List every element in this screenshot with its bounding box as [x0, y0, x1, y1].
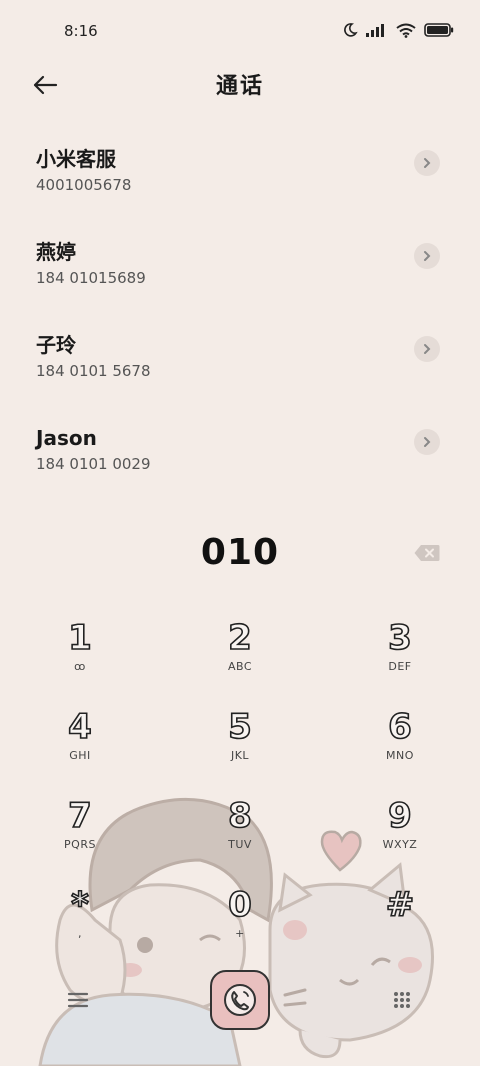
key-letters: DEF	[388, 660, 412, 673]
contact-item[interactable]: 燕婷 184 01015689	[0, 225, 480, 318]
key-letters: +	[235, 927, 245, 940]
key-8[interactable]: 8 TUV	[180, 795, 300, 876]
key-4[interactable]: 4 GHI	[20, 706, 140, 787]
contact-number: 184 01015689	[36, 269, 146, 287]
phone-icon	[224, 984, 256, 1016]
chevron-right-icon	[424, 437, 431, 447]
key-digit: #	[385, 884, 415, 926]
contact-details-button[interactable]	[414, 150, 440, 176]
contact-list: 小米客服 4001005678 燕婷 184 01015689 子玲 184 0…	[0, 132, 480, 504]
bottom-bar	[0, 968, 480, 1038]
menu-icon	[67, 992, 89, 1008]
key-letters: ,	[78, 927, 82, 940]
header: 通话	[0, 62, 480, 106]
status-bar: 8:16	[0, 0, 480, 62]
contact-details-button[interactable]	[414, 336, 440, 362]
key-digit: 5	[227, 706, 252, 748]
key-5[interactable]: 5 JKL	[180, 706, 300, 787]
contact-item[interactable]: 子玲 184 0101 5678	[0, 318, 480, 411]
call-button[interactable]	[210, 970, 270, 1030]
key-digit: 7	[67, 795, 92, 837]
wifi-icon	[396, 23, 416, 38]
chevron-right-icon	[424, 251, 431, 261]
contact-details-button[interactable]	[414, 243, 440, 269]
key-letters: MNO	[386, 749, 414, 762]
key-digit: *	[70, 884, 89, 926]
key-digit: 4	[67, 706, 92, 748]
key-letters: PQRS	[64, 838, 96, 851]
key-2[interactable]: 2 ABC	[180, 617, 300, 698]
status-time: 8:16	[64, 22, 98, 40]
key-0[interactable]: 0 +	[180, 884, 300, 965]
chevron-right-icon	[424, 158, 431, 168]
contact-item[interactable]: Jason 184 0101 0029	[0, 411, 480, 504]
key-letters: GHI	[69, 749, 91, 762]
moon-icon	[344, 23, 358, 37]
contact-number: 4001005678	[36, 176, 132, 194]
dialed-number: 010	[200, 532, 280, 573]
key-7[interactable]: 7 PQRS	[20, 795, 140, 876]
dial-display: 010	[0, 530, 480, 580]
key-9[interactable]: 9 WXYZ	[340, 795, 460, 876]
contact-number: 184 0101 0029	[36, 455, 151, 473]
key-1[interactable]: 1 ꝏ	[20, 617, 140, 698]
key-letters: WXYZ	[382, 838, 418, 851]
voicemail-icon: ꝏ	[74, 660, 86, 673]
battery-icon	[424, 23, 454, 37]
key-digit: 3	[387, 617, 412, 659]
dialpad-toggle-button[interactable]	[392, 990, 412, 1010]
key-star[interactable]: * ,	[20, 884, 140, 965]
key-hash[interactable]: #	[340, 884, 460, 965]
chevron-right-icon	[424, 344, 431, 354]
key-digit: 6	[387, 706, 412, 748]
key-letters: ABC	[227, 660, 253, 673]
key-digit: 9	[387, 795, 412, 837]
backspace-icon	[414, 545, 440, 561]
key-digit: 2	[227, 617, 252, 659]
page-title: 通话	[215, 74, 264, 99]
contact-details-button[interactable]	[414, 429, 440, 455]
key-3[interactable]: 3 DEF	[340, 617, 460, 698]
key-letters: JKL	[230, 749, 250, 762]
status-icons	[342, 22, 454, 38]
contact-item[interactable]: 小米客服 4001005678	[0, 132, 480, 225]
dialpad-icon	[394, 992, 410, 1008]
key-letters: TUV	[228, 838, 252, 851]
key-digit: 0	[227, 884, 252, 926]
key-digit: 1	[67, 617, 92, 659]
delete-button[interactable]	[414, 544, 440, 562]
menu-button[interactable]	[66, 990, 90, 1010]
key-digit: 8	[227, 795, 252, 837]
signal-icon	[366, 24, 384, 37]
key-6[interactable]: 6 MNO	[340, 706, 460, 787]
contact-number: 184 0101 5678	[36, 362, 151, 380]
